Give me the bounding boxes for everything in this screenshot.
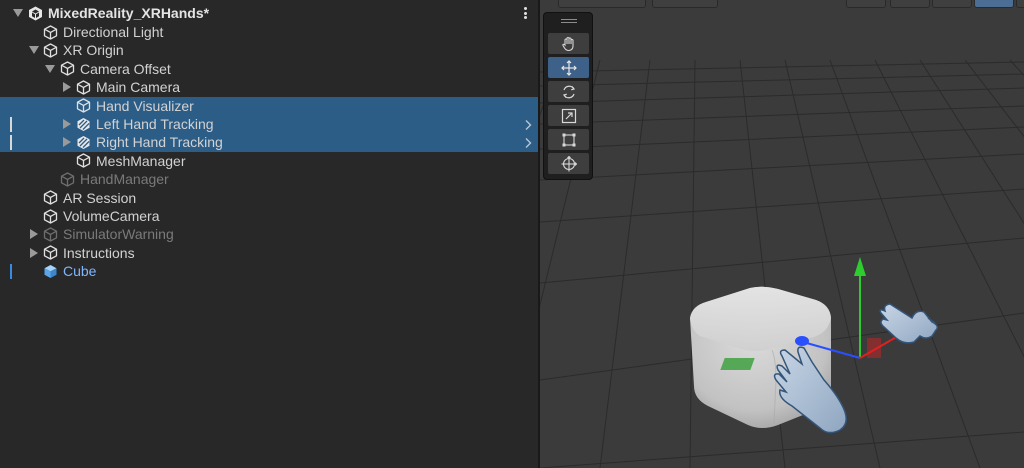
- unity-scene-icon: [28, 6, 43, 21]
- rotate-tool[interactable]: [548, 81, 589, 102]
- gameobject-icon: [76, 80, 91, 95]
- move-tool[interactable]: [548, 57, 589, 78]
- hierarchy-row-left-hand-tracking[interactable]: Left Hand Tracking: [0, 115, 538, 134]
- global-toggle[interactable]: [652, 0, 718, 8]
- hierarchy-label: Left Hand Tracking: [96, 116, 214, 132]
- view-option-button[interactable]: [846, 0, 886, 8]
- override-indicator: [10, 135, 12, 151]
- hierarchy-row-hand-visualizer[interactable]: Hand Visualizer: [0, 96, 538, 116]
- scene-view[interactable]: [540, 0, 1024, 468]
- prefab-variant-icon: [76, 135, 91, 150]
- hand-icon: [561, 36, 574, 51]
- hierarchy-label: SimulatorWarning: [63, 226, 174, 243]
- transform-icon: [561, 155, 577, 171]
- hierarchy-row-xr-origin[interactable]: XR Origin: [0, 41, 538, 60]
- view-option-button[interactable]: [932, 0, 972, 8]
- hierarchy-label: AR Session: [63, 189, 137, 206]
- hierarchy-row-simulatorwarning[interactable]: SimulatorWarning: [0, 225, 538, 244]
- view-option-button[interactable]: [1016, 0, 1024, 8]
- scene-viewport[interactable]: [540, 0, 1024, 468]
- hierarchy-label: Camera Offset: [80, 60, 171, 77]
- open-prefab-chevron-icon[interactable]: [522, 118, 534, 130]
- view-option-button[interactable]: [974, 0, 1014, 8]
- hand-tool[interactable]: [548, 33, 589, 54]
- hierarchy-row-meshmanager[interactable]: MeshManager: [0, 152, 538, 171]
- view-option-button[interactable]: [890, 0, 930, 8]
- hierarchy-label: XR Origin: [63, 42, 124, 59]
- hierarchy-label: Right Hand Tracking: [96, 134, 223, 151]
- override-indicator: [10, 117, 12, 132]
- collapse-arrow-icon[interactable]: [62, 82, 72, 93]
- hierarchy-row-directional-light[interactable]: Directional Light: [0, 23, 538, 42]
- hierarchy-label: Main Camera: [96, 79, 181, 96]
- collapse-arrow-icon[interactable]: [62, 137, 72, 148]
- rotate-icon: [562, 85, 575, 98]
- hierarchy-row-camera-offset[interactable]: Camera Offset: [0, 60, 538, 79]
- rect-tool[interactable]: [548, 129, 589, 150]
- hierarchy-row-volumecamera[interactable]: VolumeCamera: [0, 207, 538, 226]
- gameobject-icon: [76, 153, 91, 168]
- hierarchy-label: VolumeCamera: [63, 208, 160, 224]
- hierarchy-row-main-camera[interactable]: Main Camera: [0, 78, 538, 97]
- prefab-variant-icon: [76, 117, 91, 132]
- hierarchy-panel: MixedReality_XRHands* Directional Light X…: [0, 0, 538, 468]
- drag-handle-icon[interactable]: [561, 19, 577, 20]
- right-hand-model: [879, 303, 939, 344]
- prefab-indicator: [10, 264, 12, 280]
- scale-icon: [561, 108, 576, 123]
- hierarchy-label: Directional Light: [63, 24, 164, 40]
- scene-header-row[interactable]: MixedReality_XRHands*: [0, 4, 538, 23]
- hierarchy-label: Instructions: [63, 244, 135, 261]
- collapse-arrow-icon[interactable]: [62, 119, 72, 129]
- hierarchy-label: HandManager: [80, 171, 169, 188]
- hierarchy-label: Cube: [63, 263, 97, 280]
- collapse-arrow-icon[interactable]: [29, 247, 39, 258]
- gameobject-icon: [43, 190, 58, 205]
- gameobject-icon: [43, 245, 58, 260]
- more-options-icon[interactable]: [524, 7, 528, 19]
- hierarchy-row-right-hand-tracking[interactable]: Right Hand Tracking: [0, 133, 538, 152]
- gameobject-icon: [60, 172, 75, 187]
- transform-tool[interactable]: [548, 153, 589, 174]
- cube-prefab-icon: [43, 264, 58, 279]
- gameobject-icon: [76, 98, 91, 113]
- expand-arrow-icon[interactable]: [45, 64, 55, 74]
- expand-arrow-icon[interactable]: [29, 45, 39, 55]
- hierarchy-label: MeshManager: [96, 152, 186, 169]
- gameobject-icon: [43, 208, 58, 224]
- move-arrows-icon: [560, 59, 577, 76]
- open-prefab-chevron-icon[interactable]: [522, 136, 534, 149]
- collapse-arrow-icon[interactable]: [29, 229, 39, 240]
- hierarchy-row-cube[interactable]: Cube: [0, 262, 538, 281]
- gameobject-icon: [43, 227, 58, 242]
- scale-tool[interactable]: [548, 105, 589, 126]
- gameobject-icon: [60, 61, 75, 76]
- tools-overlay: [543, 12, 593, 180]
- scene-name: MixedReality_XRHands*: [48, 5, 210, 21]
- rect-icon: [562, 133, 575, 146]
- expand-arrow-icon[interactable]: [13, 8, 23, 18]
- hierarchy-row-ar-session[interactable]: AR Session: [0, 189, 538, 208]
- hierarchy-label: Hand Visualizer: [96, 97, 194, 114]
- gameobject-icon: [43, 24, 58, 40]
- hierarchy-row-instructions[interactable]: Instructions: [0, 244, 538, 263]
- gameobject-icon: [43, 43, 58, 58]
- hierarchy-row-handmanager[interactable]: HandManager: [0, 170, 538, 189]
- pivot-toggle[interactable]: [558, 0, 646, 8]
